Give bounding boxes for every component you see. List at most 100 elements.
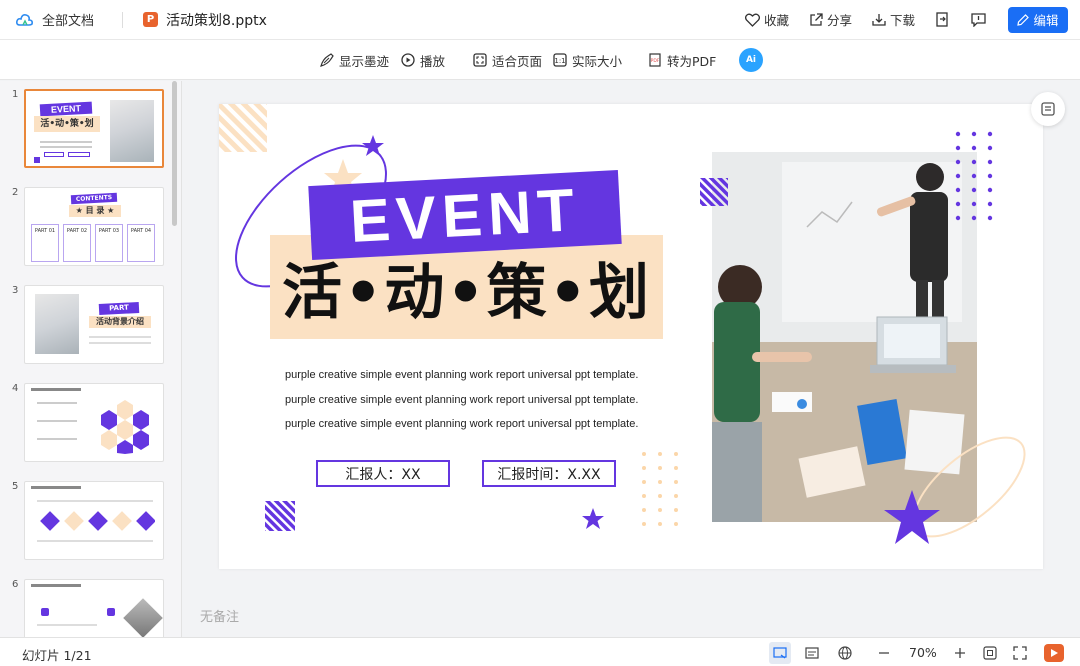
notes-view-button[interactable] xyxy=(803,644,821,662)
all-docs-link[interactable]: 全部文档 xyxy=(42,10,94,29)
zoom-level[interactable]: 70% xyxy=(909,645,937,660)
panel-icon xyxy=(1041,102,1055,116)
fullscreen-icon xyxy=(1013,646,1027,660)
thumb-text-line xyxy=(37,402,77,404)
plus-icon xyxy=(955,648,965,658)
thumb-icon xyxy=(107,608,115,616)
thumb-text-line xyxy=(40,141,92,143)
divider xyxy=(122,11,124,28)
purple-star-icon xyxy=(362,135,384,156)
actual-size-button[interactable]: 1:1 实际大小 xyxy=(553,40,622,80)
edit-button[interactable]: 编辑 xyxy=(1008,6,1068,33)
cloud-icon[interactable] xyxy=(16,13,34,27)
ink-pen-icon xyxy=(320,53,334,67)
description-line-2: purple creative simple event planning wo… xyxy=(285,394,639,406)
heart-icon xyxy=(744,13,760,27)
comment-icon xyxy=(971,12,986,27)
slide-counter: 幻灯片 1/21 xyxy=(22,648,92,663)
thumb-chip xyxy=(68,152,90,157)
export-icon xyxy=(936,12,948,27)
thumb-contents-badge: CONTENTS xyxy=(70,192,118,205)
thumb-event-title: EVENT xyxy=(39,101,93,117)
favorite-button[interactable]: 收藏 xyxy=(744,10,789,29)
zoom-out-button[interactable] xyxy=(875,644,893,662)
slide-number: 4 xyxy=(12,383,19,394)
share-button[interactable]: 分享 xyxy=(809,10,852,29)
slide-thumb-5[interactable]: 5 xyxy=(0,481,170,567)
file-name: 活动策划8.pptx xyxy=(166,12,267,29)
slide-thumbnail[interactable]: EVENT 活•动•策•划 xyxy=(24,89,164,168)
slide-thumbnail[interactable] xyxy=(24,481,164,560)
show-ink-button[interactable]: 显示墨迹 xyxy=(320,40,389,80)
event-title: EVENT xyxy=(348,175,582,255)
peach-dots-decor xyxy=(642,452,678,526)
fit-page-label: 适合页面 xyxy=(492,53,543,69)
slide-thumbnail[interactable]: PART 活动背景介绍 xyxy=(24,285,164,364)
ppt-file-icon: P xyxy=(143,12,159,27)
thumb-part-card: PART 02 xyxy=(63,224,91,262)
comment-button[interactable] xyxy=(971,12,986,27)
slideshow-button[interactable] xyxy=(1044,644,1064,662)
slide-panel-toggle-button[interactable] xyxy=(1031,92,1065,126)
normal-view-button[interactable] xyxy=(769,642,791,664)
slide-thumb-2[interactable]: 2 CONTENTS ★ 目 录 ★ PART 01 PART 02 PART … xyxy=(0,187,170,273)
sidebar-scrollbar[interactable] xyxy=(172,81,177,226)
globe-icon xyxy=(838,646,852,660)
thumb-heading: 活动背景介绍 xyxy=(89,316,151,328)
favorite-label: 收藏 xyxy=(763,13,789,28)
thumb-text-line xyxy=(37,420,77,422)
download-icon xyxy=(872,13,886,26)
thumb-text-line xyxy=(89,336,151,338)
export-button[interactable] xyxy=(935,12,949,27)
web-view-button[interactable] xyxy=(836,644,854,662)
report-time-chip: 汇报时间：X.XX xyxy=(482,460,616,487)
fit-window-icon xyxy=(983,646,997,660)
thumb-stripes xyxy=(34,157,40,163)
to-pdf-button[interactable]: PDF 转为PDF xyxy=(648,40,716,80)
thumb-text-line xyxy=(37,500,153,502)
speaker-notes[interactable]: 无备注 xyxy=(200,606,239,625)
svg-text:PDF: PDF xyxy=(651,58,660,64)
download-button[interactable]: 下载 xyxy=(872,10,915,29)
fit-page-button[interactable]: 适合页面 xyxy=(473,40,542,80)
zoom-in-button[interactable] xyxy=(951,644,969,662)
play-button[interactable]: 播放 xyxy=(401,40,445,80)
ai-assistant-button[interactable]: Ai xyxy=(739,48,763,72)
purple-stripes-decor xyxy=(265,501,295,531)
slide-number: 1 xyxy=(12,89,19,100)
slide-thumb-4[interactable]: 4 xyxy=(0,383,170,469)
fit-page-icon xyxy=(473,53,487,67)
big-purple-star-icon xyxy=(884,490,940,544)
thumb-text-line xyxy=(89,342,151,344)
thumb-heading-bar xyxy=(31,486,81,489)
share-label: 分享 xyxy=(826,13,852,28)
description-line-1: purple creative simple event planning wo… xyxy=(285,369,639,381)
thumb-part-card: PART 01 xyxy=(31,224,59,262)
thumb-photo xyxy=(123,598,163,637)
slide-thumbnail[interactable] xyxy=(24,579,164,637)
slide-number: 2 xyxy=(12,187,19,198)
play-icon xyxy=(1051,649,1058,657)
thumb-text-line xyxy=(37,438,77,440)
fit-window-button[interactable] xyxy=(981,644,999,662)
thumb-heading-bar xyxy=(31,584,81,587)
slide-thumb-1[interactable]: 1 EVENT 活•动•策•划 xyxy=(0,89,170,175)
thumb-heading-bar xyxy=(31,388,81,391)
thumb-main-title: 活•动•策•划 xyxy=(34,116,100,132)
top-bar: 全部文档 P 活动策划8.pptx 收藏 分享 下载 编辑 xyxy=(0,0,1080,40)
slide-thumbnail[interactable]: CONTENTS ★ 目 录 ★ PART 01 PART 02 PART 03… xyxy=(24,187,164,266)
pencil-icon xyxy=(1017,13,1030,26)
svg-text:1:1: 1:1 xyxy=(554,57,565,65)
thumb-text-line xyxy=(37,624,97,626)
slide-thumb-3[interactable]: 3 PART 活动背景介绍 xyxy=(0,285,170,371)
status-bar: 幻灯片 1/21 70% xyxy=(0,637,1080,666)
show-ink-label: 显示墨迹 xyxy=(339,53,390,69)
reporter-chip: 汇报人：XX xyxy=(316,460,450,487)
fullscreen-button[interactable] xyxy=(1011,644,1029,662)
thumb-photo xyxy=(110,100,154,162)
download-label: 下载 xyxy=(889,13,915,28)
slide-thumb-6[interactable]: 6 xyxy=(0,579,170,637)
thumb-heading: ★ 目 录 ★ xyxy=(69,205,121,217)
slide-thumbnail[interactable] xyxy=(24,383,164,462)
purple-stripes-decor xyxy=(700,178,728,206)
